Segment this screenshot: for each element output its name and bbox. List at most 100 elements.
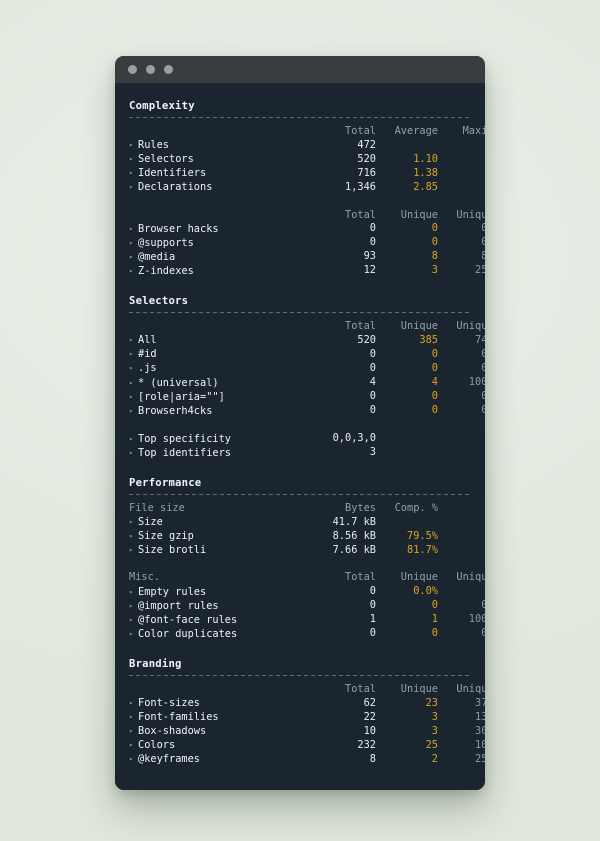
close-dot-icon[interactable] bbox=[128, 65, 137, 74]
table-row[interactable]: ▸ Top identifiers 3 bbox=[129, 446, 485, 460]
chevron-right-icon[interactable]: ▸ bbox=[129, 529, 138, 542]
table-row[interactable]: ▸Browserh4cks 0 0 0.0% bbox=[129, 404, 485, 418]
chevron-right-icon[interactable]: ▸ bbox=[129, 250, 138, 263]
chevron-right-icon[interactable]: ▸ bbox=[129, 515, 138, 528]
row-label-cell[interactable]: ▸ Colors bbox=[129, 738, 314, 752]
chevron-right-icon[interactable]: ▸ bbox=[129, 599, 138, 612]
chevron-right-icon[interactable]: ▸ bbox=[129, 180, 138, 193]
chevron-right-icon[interactable]: ▸ bbox=[129, 222, 138, 235]
table-row[interactable]: ▸* (universal) 4 4 100.0% bbox=[129, 376, 485, 390]
row-label-cell[interactable]: ▸ All bbox=[129, 333, 314, 347]
row-label-cell[interactable]: ▸ @media bbox=[129, 250, 314, 264]
row-label-cell[interactable]: ▸ Box-shadows bbox=[129, 724, 314, 738]
chevron-right-icon[interactable]: ▸ bbox=[129, 724, 138, 737]
table-row[interactable]: ▸@media 93 8 8.6% bbox=[129, 250, 485, 264]
table-row[interactable]: ▸ Empty rules 0 0.0% bbox=[129, 585, 485, 599]
row-label-cell[interactable]: ▸ Size bbox=[129, 515, 314, 529]
row-label-cell[interactable]: ▸ Size gzip bbox=[129, 529, 314, 543]
table-row[interactable]: ▸ Size 41.7 kB bbox=[129, 515, 485, 529]
row-label-cell[interactable]: ▸ Selectors bbox=[129, 152, 314, 166]
table-row[interactable]: ▸Identifiers 716 1.383 bbox=[129, 166, 485, 180]
row-label-cell[interactable]: ▸ Empty rules bbox=[129, 585, 314, 599]
chevron-right-icon[interactable]: ▸ bbox=[129, 752, 138, 765]
table-row[interactable]: ▸@import rules 0 0 0.0% bbox=[129, 599, 485, 613]
chevron-right-icon[interactable]: ▸ bbox=[129, 264, 138, 277]
row-label-cell[interactable]: ▸ Font-sizes bbox=[129, 696, 314, 710]
row-label-cell[interactable]: ▸ Z-indexes bbox=[129, 264, 314, 278]
table-row[interactable]: ▸ Size gzip 8.56 kB 79.5% bbox=[129, 529, 485, 543]
value-cell: 1 bbox=[369, 613, 376, 626]
table-row[interactable]: ▸Colors 232 25 10.8% bbox=[129, 738, 485, 752]
chevron-right-icon[interactable]: ▸ bbox=[129, 585, 138, 598]
column-header: Total bbox=[345, 320, 376, 333]
table-row[interactable]: ▸Selectors 520 1.106 bbox=[129, 152, 485, 166]
chevron-right-icon[interactable]: ▸ bbox=[129, 390, 138, 403]
row-label-cell[interactable]: ▸ Declarations bbox=[129, 180, 314, 194]
chevron-right-icon[interactable]: ▸ bbox=[129, 333, 138, 346]
chevron-right-icon[interactable]: ▸ bbox=[129, 446, 138, 459]
row-label-cell[interactable]: ▸ Identifiers bbox=[129, 166, 314, 180]
row-label: Font-sizes bbox=[138, 697, 200, 710]
value-cell bbox=[438, 446, 485, 460]
table-row[interactable]: ▸#id 0 0 0.0% bbox=[129, 347, 485, 361]
chevron-right-icon[interactable]: ▸ bbox=[129, 166, 138, 179]
table-row[interactable]: ▸ Top specificity 0,0,3,0 bbox=[129, 432, 485, 446]
chevron-right-icon[interactable]: ▸ bbox=[129, 347, 138, 360]
chevron-right-icon[interactable]: ▸ bbox=[129, 696, 138, 709]
table-row[interactable]: ▸Color duplicates 0 0 0.0% bbox=[129, 627, 485, 641]
chevron-right-icon[interactable]: ▸ bbox=[129, 627, 138, 640]
row-label-cell[interactable]: ▸ @supports bbox=[129, 236, 314, 250]
table-group-label bbox=[129, 320, 314, 333]
row-label-cell[interactable]: ▸ Font-families bbox=[129, 710, 314, 724]
row-label-cell[interactable]: ▸ @font-face rules bbox=[129, 613, 314, 627]
chevron-right-icon[interactable]: ▸ bbox=[129, 710, 138, 723]
chevron-right-icon[interactable]: ▸ bbox=[129, 613, 138, 626]
chevron-right-icon[interactable]: ▸ bbox=[129, 236, 138, 249]
row-label-cell[interactable]: ▸ Browserh4cks bbox=[129, 404, 314, 418]
row-label-cell[interactable]: ▸ #id bbox=[129, 347, 314, 361]
row-label-cell[interactable]: ▸ @import rules bbox=[129, 599, 314, 613]
chevron-right-icon[interactable]: ▸ bbox=[129, 361, 138, 374]
table-row[interactable]: ▸ Rules 472 bbox=[129, 138, 485, 152]
table-row[interactable]: ▸@keyframes 8 2 25.0% bbox=[129, 752, 485, 766]
table-row[interactable]: ▸Z-indexes 12 3 25.0% bbox=[129, 264, 485, 278]
row-label-cell[interactable]: ▸ Size brotli bbox=[129, 543, 314, 557]
table-row[interactable]: ▸[role|aria=""] 0 0 0.0% bbox=[129, 390, 485, 404]
chevron-right-icon[interactable]: ▸ bbox=[129, 376, 138, 389]
chevron-right-icon[interactable]: ▸ bbox=[129, 543, 138, 556]
row-label-cell[interactable]: ▸ * (universal) bbox=[129, 376, 314, 390]
row-label-cell[interactable]: ▸ Top identifiers bbox=[129, 446, 314, 460]
value-cell: 3 bbox=[431, 710, 438, 723]
chevron-right-icon[interactable]: ▸ bbox=[129, 432, 138, 445]
row-label-cell[interactable]: ▸ Rules bbox=[129, 138, 314, 152]
row-label-cell[interactable]: ▸ Top specificity bbox=[129, 432, 314, 446]
row-label-cell[interactable]: ▸ [role|aria=""] bbox=[129, 390, 314, 404]
chevron-right-icon[interactable]: ▸ bbox=[129, 152, 138, 165]
table-row[interactable]: ▸ Size brotli 7.66 kB 81.7% bbox=[129, 543, 485, 557]
row-label-cell[interactable]: ▸ Color duplicates bbox=[129, 627, 314, 641]
value-cell: 0,0,3,0 bbox=[332, 432, 376, 445]
table-row[interactable]: ▸Declarations 1,346 2.8522 bbox=[129, 180, 485, 194]
table-row[interactable]: ▸@font-face rules 1 1 100.0% bbox=[129, 613, 485, 627]
table-row[interactable]: ▸.js 0 0 0.0% bbox=[129, 361, 485, 375]
table-row[interactable]: ▸All 520 385 74.0% bbox=[129, 333, 485, 347]
stats-table: Misc.TotalUniqueUnique %▸Empty rules00.0… bbox=[129, 571, 485, 640]
minimize-dot-icon[interactable] bbox=[146, 65, 155, 74]
value-cell: 0 bbox=[431, 627, 438, 640]
chevron-right-icon[interactable]: ▸ bbox=[129, 138, 138, 151]
maximize-dot-icon[interactable] bbox=[164, 65, 173, 74]
row-label-cell[interactable]: ▸ Browser hacks bbox=[129, 222, 314, 236]
table-row[interactable]: ▸Box-shadows 10 3 30.0% bbox=[129, 724, 485, 738]
table-row[interactable]: ▸Font-families 22 3 13.6% bbox=[129, 710, 485, 724]
table-group-label: Misc. bbox=[129, 571, 160, 584]
table-row[interactable]: ▸Font-sizes 62 23 37.1% bbox=[129, 696, 485, 710]
row-label-cell[interactable]: ▸ @keyframes bbox=[129, 752, 314, 766]
row-label-cell[interactable]: ▸ .js bbox=[129, 361, 314, 375]
chevron-right-icon[interactable]: ▸ bbox=[129, 404, 138, 417]
table-row[interactable]: ▸@supports 0 0 0.0% bbox=[129, 236, 485, 250]
table-row[interactable]: ▸Browser hacks 0 0 0.0% bbox=[129, 222, 485, 236]
value-cell: 41.7 kB bbox=[332, 515, 376, 528]
value-cell: 0 bbox=[431, 347, 438, 360]
chevron-right-icon[interactable]: ▸ bbox=[129, 738, 138, 751]
